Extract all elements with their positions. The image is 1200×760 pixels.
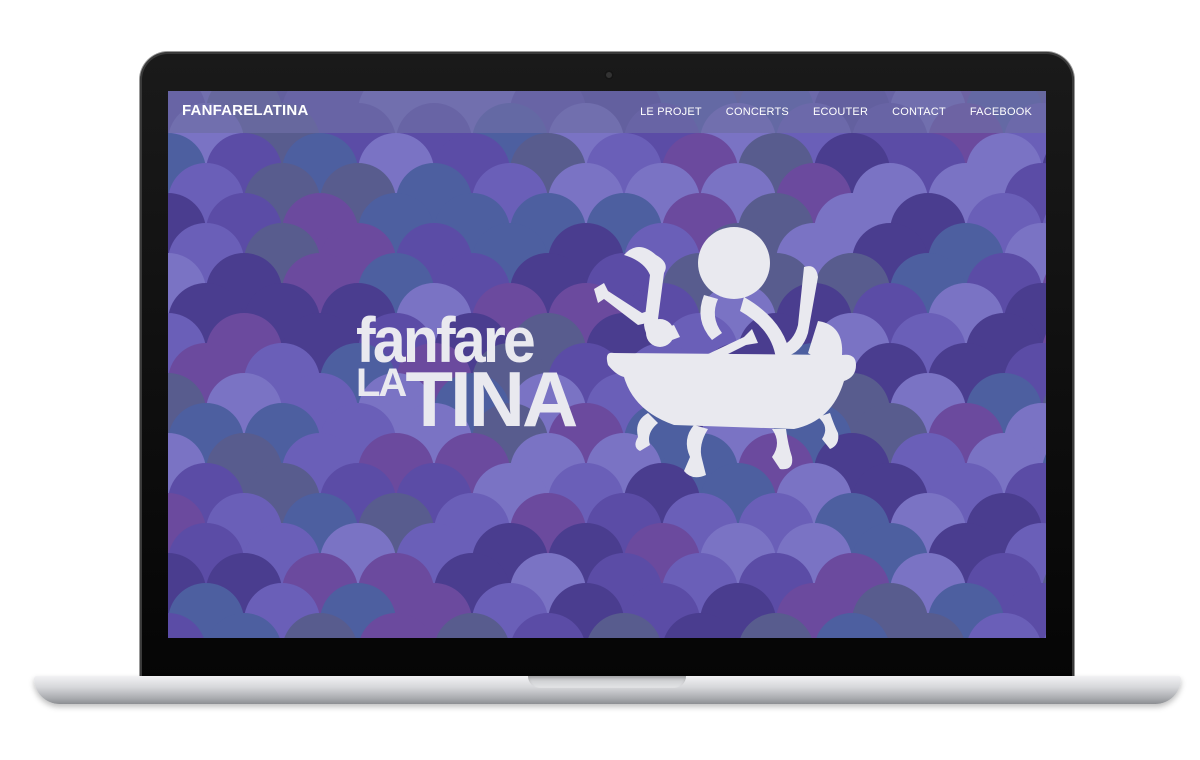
nav-contact[interactable]: CONTACT bbox=[892, 106, 946, 118]
laptop-mockup: FANFARELATINA LE PROJET CONCERTS ECOUTER… bbox=[0, 0, 1200, 760]
hero-logo-text: fanfare LATINA bbox=[356, 304, 578, 438]
camera-icon bbox=[604, 70, 614, 80]
nav-le-projet[interactable]: LE PROJET bbox=[640, 106, 702, 118]
nav-menu: LE PROJET CONCERTS ECOUTER CONTACT FACEB… bbox=[640, 106, 1032, 118]
logo-latina: LATINA bbox=[356, 360, 578, 438]
nav-concerts[interactable]: CONCERTS bbox=[726, 106, 789, 118]
laptop-opening-notch bbox=[528, 676, 686, 688]
nav-facebook[interactable]: FACEBOOK bbox=[970, 106, 1032, 118]
top-navigation: FANFARELATINA LE PROJET CONCERTS ECOUTER… bbox=[168, 91, 1046, 133]
logo-fanfare: fanfare bbox=[356, 304, 536, 376]
brand-link[interactable]: FANFARELATINA bbox=[182, 102, 308, 119]
nav-ecouter[interactable]: ECOUTER bbox=[813, 106, 868, 118]
website-screen: FANFARELATINA LE PROJET CONCERTS ECOUTER… bbox=[168, 91, 1046, 638]
bathtub-instruments-icon bbox=[594, 227, 856, 478]
